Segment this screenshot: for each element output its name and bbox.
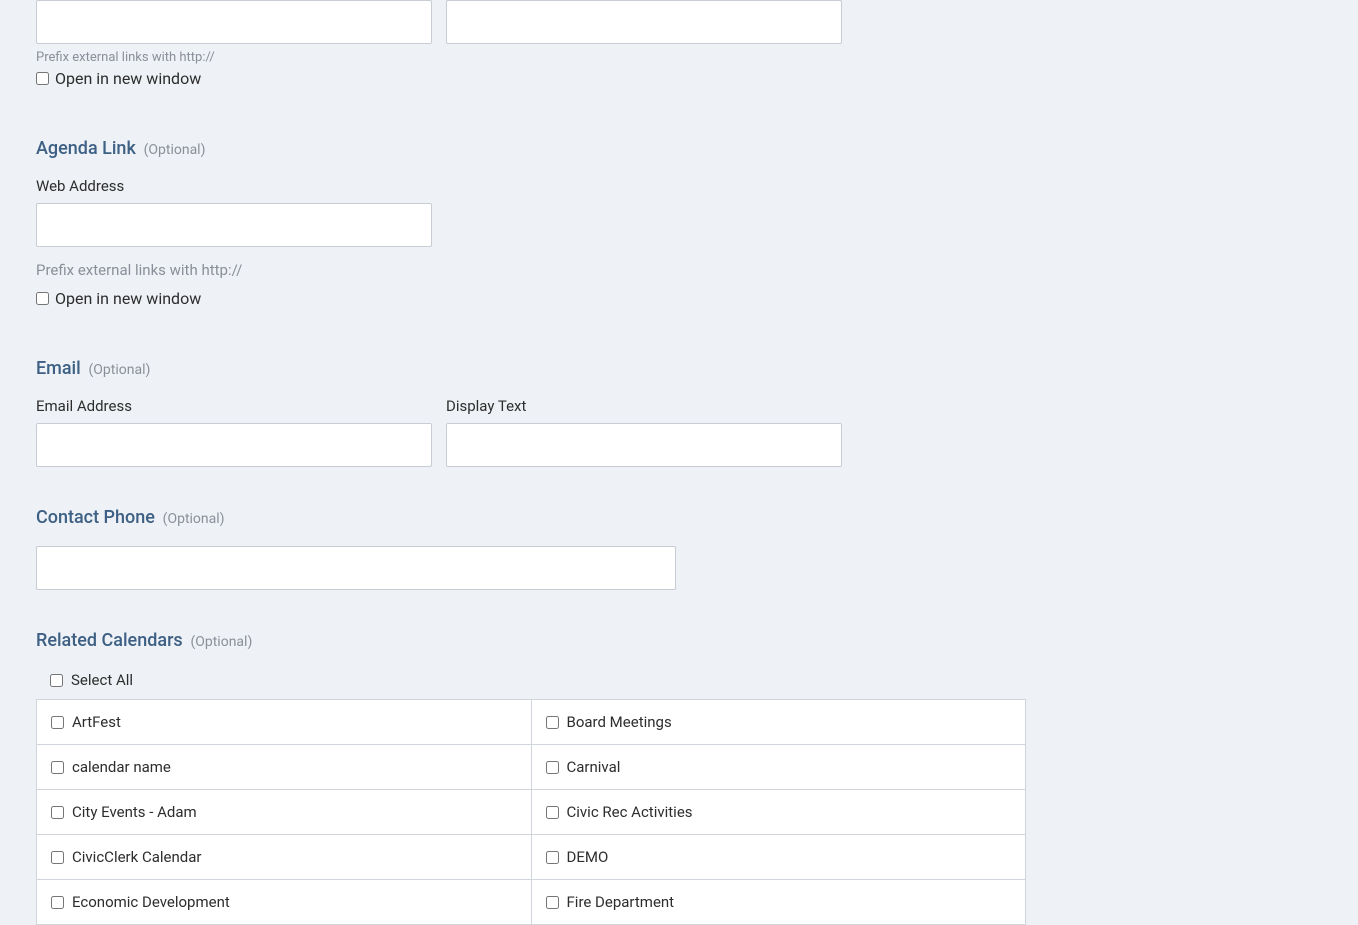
calendar-cell: City Events - Adam xyxy=(51,803,517,821)
top-link-webaddress-col xyxy=(36,0,432,44)
email-address-label: Email Address xyxy=(36,397,432,415)
email-address-col: Email Address xyxy=(36,397,432,467)
email-optional: (Optional) xyxy=(88,362,150,378)
table-row: calendar name Carnival xyxy=(37,745,1026,790)
calendar-cell: Board Meetings xyxy=(546,713,1012,731)
related-calendars-select-all-checkbox[interactable] xyxy=(50,674,63,687)
related-calendars-optional: (Optional) xyxy=(190,634,252,650)
calendar-label: City Events - Adam xyxy=(72,803,197,821)
calendar-cell-container: CivicClerk Calendar xyxy=(37,835,532,880)
calendar-cell: CivicClerk Calendar xyxy=(51,848,517,866)
top-link-displaytext-input[interactable] xyxy=(446,0,842,44)
email-address-input[interactable] xyxy=(36,423,432,467)
email-section: Email (Optional) Email Address Display T… xyxy=(36,358,1322,467)
calendar-cell-container: ArtFest xyxy=(37,700,532,745)
calendar-label: CivicClerk Calendar xyxy=(72,848,201,866)
agenda-link-optional: (Optional) xyxy=(144,142,206,158)
table-row: City Events - Adam Civic Rec Activities xyxy=(37,790,1026,835)
calendar-checkbox[interactable] xyxy=(546,806,559,819)
calendar-checkbox[interactable] xyxy=(51,716,64,729)
top-link-open-new-window-label: Open in new window xyxy=(55,69,201,88)
agenda-link-section: Agenda Link (Optional) Web Address Prefi… xyxy=(36,138,1322,308)
agenda-link-prefix-helper: Prefix external links with http:// xyxy=(36,261,1322,279)
calendar-checkbox[interactable] xyxy=(51,761,64,774)
agenda-link-open-new-window-label: Open in new window xyxy=(55,289,201,308)
email-displaytext-label: Display Text xyxy=(446,397,842,415)
top-link-webaddress-input[interactable] xyxy=(36,0,432,44)
table-row: Economic Development Fire Department xyxy=(37,880,1026,925)
top-link-group: Prefix external links with http:// Open … xyxy=(36,0,1322,88)
calendar-label: Economic Development xyxy=(72,893,230,911)
calendar-checkbox[interactable] xyxy=(51,806,64,819)
calendar-checkbox[interactable] xyxy=(546,896,559,909)
calendar-cell-container: Carnival xyxy=(531,745,1026,790)
top-link-open-new-window-checkbox[interactable] xyxy=(36,72,49,85)
calendar-checkbox[interactable] xyxy=(546,761,559,774)
calendar-cell-container: Board Meetings xyxy=(531,700,1026,745)
calendar-cell: Economic Development xyxy=(51,893,517,911)
calendar-cell-container: Civic Rec Activities xyxy=(531,790,1026,835)
calendar-cell: Civic Rec Activities xyxy=(546,803,1012,821)
related-calendars-section: Related Calendars (Optional) Select All … xyxy=(36,630,1322,925)
calendar-cell-container: Fire Department xyxy=(531,880,1026,925)
calendar-label: Board Meetings xyxy=(567,713,672,731)
calendar-checkbox[interactable] xyxy=(51,896,64,909)
email-displaytext-input[interactable] xyxy=(446,423,842,467)
calendar-cell: Carnival xyxy=(546,758,1012,776)
top-link-displaytext-col xyxy=(446,0,842,44)
calendar-checkbox[interactable] xyxy=(546,851,559,864)
email-displaytext-col: Display Text xyxy=(446,397,842,467)
related-calendars-title: Related Calendars xyxy=(36,630,183,651)
calendar-checkbox[interactable] xyxy=(546,716,559,729)
table-row: ArtFest Board Meetings xyxy=(37,700,1026,745)
calendar-cell: DEMO xyxy=(546,848,1012,866)
contact-phone-section: Contact Phone (Optional) xyxy=(36,507,1322,590)
calendar-label: calendar name xyxy=(72,758,171,776)
agenda-link-open-new-window-checkbox[interactable] xyxy=(36,292,49,305)
related-calendars-select-all-label: Select All xyxy=(71,671,133,689)
related-calendars-table: ArtFest Board Meetings calendar name Carniv… xyxy=(36,699,1026,925)
top-link-prefix-helper: Prefix external links with http:// xyxy=(36,50,1322,65)
calendar-cell: ArtFest xyxy=(51,713,517,731)
calendar-cell: Fire Department xyxy=(546,893,1012,911)
calendar-label: Fire Department xyxy=(567,893,675,911)
contact-phone-title: Contact Phone xyxy=(36,507,155,528)
calendar-cell-container: Economic Development xyxy=(37,880,532,925)
email-title: Email xyxy=(36,358,81,379)
agenda-link-webaddress-label: Web Address xyxy=(36,177,1322,195)
calendar-label: ArtFest xyxy=(72,713,121,731)
agenda-link-title: Agenda Link xyxy=(36,138,136,159)
calendar-cell-container: calendar name xyxy=(37,745,532,790)
calendar-cell: calendar name xyxy=(51,758,517,776)
table-row: CivicClerk Calendar DEMO xyxy=(37,835,1026,880)
calendar-label: Civic Rec Activities xyxy=(567,803,693,821)
calendar-label: Carnival xyxy=(567,758,621,776)
calendar-cell-container: City Events - Adam xyxy=(37,790,532,835)
contact-phone-optional: (Optional) xyxy=(163,511,225,527)
calendar-label: DEMO xyxy=(567,848,609,866)
agenda-link-webaddress-input[interactable] xyxy=(36,203,432,247)
calendar-cell-container: DEMO xyxy=(531,835,1026,880)
contact-phone-input[interactable] xyxy=(36,546,676,590)
calendar-checkbox[interactable] xyxy=(51,851,64,864)
